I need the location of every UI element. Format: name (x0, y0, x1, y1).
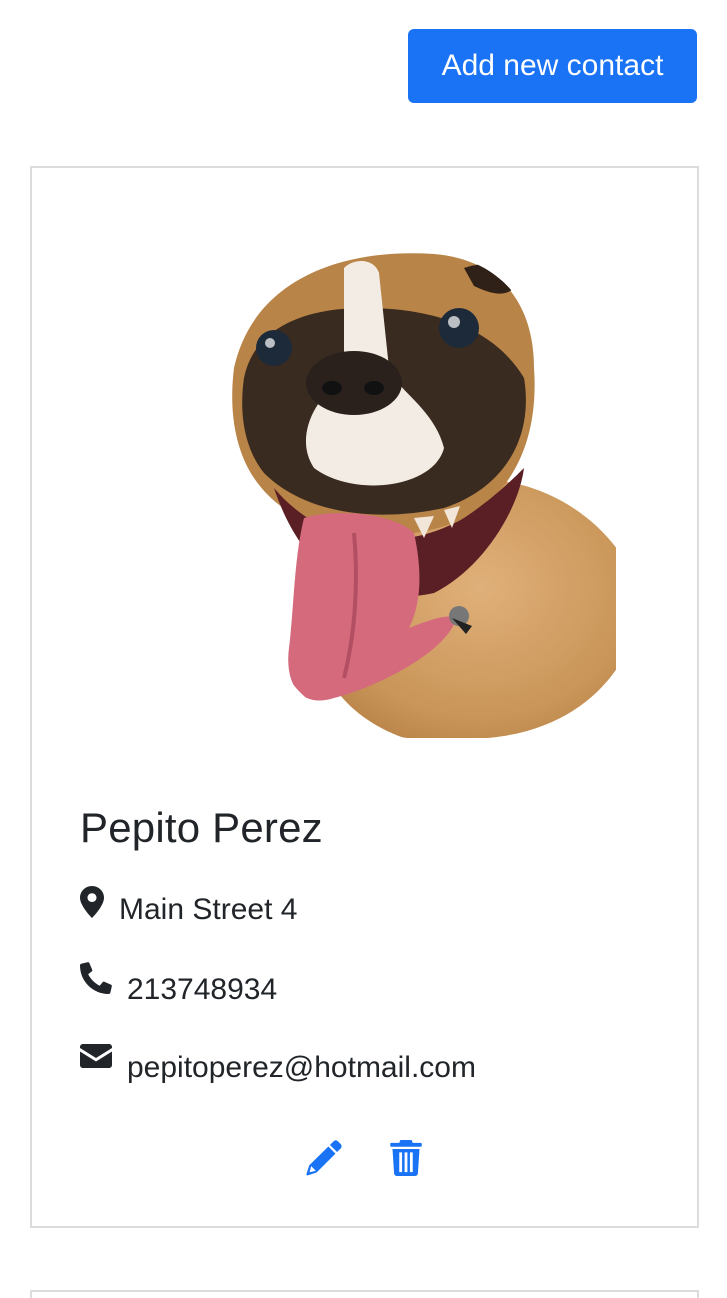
contact-card: Pepito Perez Main Street 4 213748934 pep… (30, 166, 699, 1228)
envelope-icon (80, 1044, 112, 1068)
contact-email-row: pepitoperez@hotmail.com (80, 1044, 476, 1086)
contact-name: Pepito Perez (80, 804, 323, 851)
contact-email: pepitoperez@hotmail.com (127, 1051, 476, 1084)
contact-card-next (30, 1290, 699, 1298)
contacts-page: Add new contact Pepito Perez Main Street… (0, 0, 727, 1298)
pencil-icon[interactable] (306, 1140, 342, 1176)
contact-phone: 213748934 (127, 973, 278, 1006)
phone-icon (80, 962, 112, 994)
contact-avatar (218, 251, 616, 738)
contact-phone-row: 213748934 (80, 962, 278, 1008)
add-new-contact-button[interactable]: Add new contact (408, 29, 697, 103)
contact-address: Main Street 4 (119, 893, 298, 926)
contact-actions (306, 1140, 424, 1176)
contact-address-row: Main Street 4 (80, 886, 298, 928)
trash-icon[interactable] (388, 1140, 424, 1176)
map-marker-icon (80, 886, 104, 918)
